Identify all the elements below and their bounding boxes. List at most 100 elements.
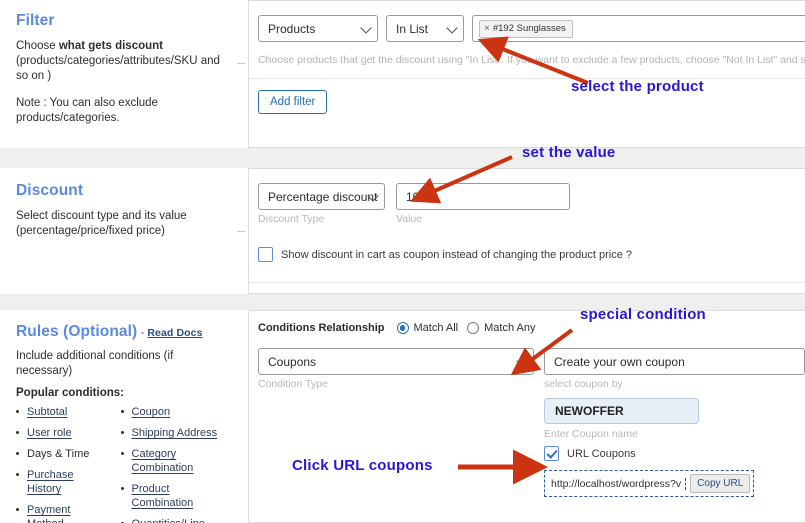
discount-type-select-value: Percentage discount: [268, 189, 378, 204]
remove-token-icon[interactable]: ×: [484, 23, 490, 35]
rules-title-dash: -: [137, 327, 148, 339]
rules-description: Include additional conditions (if necess…: [16, 350, 174, 377]
coupon-name-label: Enter Coupon name: [544, 428, 638, 440]
coupon-by-select[interactable]: Create your own coupon: [544, 348, 805, 375]
filter-description-lead: Choose: [16, 40, 59, 52]
discount-divider: [249, 282, 805, 283]
filter-object-select[interactable]: Products: [258, 15, 378, 42]
section-separator-2: [0, 294, 805, 310]
filter-description-bold: what gets discount: [58, 40, 163, 52]
condition-type-select-value: Coupons: [268, 354, 317, 369]
discount-right-column: Percentage discount Discount Type 10 Val…: [236, 168, 805, 294]
condition-link[interactable]: Payment Method: [27, 504, 70, 523]
match-any-radio[interactable]: [467, 322, 480, 334]
product-token-label: #192 Sunglasses: [492, 22, 566, 34]
filter-description-line2: (products/categories/attributes/SKU and …: [16, 55, 220, 82]
discount-description-line2: (percentage/price/fixed price): [16, 225, 165, 237]
settings-page: Filter Choose what gets discount (produc…: [0, 0, 805, 523]
coupon-url-box: http://localhost/wordpress?v Copy URL: [544, 470, 755, 497]
popular-conditions-col2: Coupon Shipping Address Category Combina…: [120, 405, 224, 523]
section-separator-1: [0, 148, 805, 168]
discount-value-input[interactable]: 10: [396, 183, 570, 210]
rules-section: Rules (Optional) - Read Docs Include add…: [0, 310, 805, 523]
discount-type-label: Discount Type: [258, 213, 325, 225]
filter-description: Choose what gets discount (products/cate…: [16, 39, 224, 84]
conditions-relationship-label: Conditions Relationship: [258, 322, 385, 334]
discount-card-tick: [237, 231, 245, 232]
chevron-down-icon: [446, 21, 458, 34]
filter-left-column: Filter Choose what gets discount (produc…: [0, 0, 236, 148]
condition-link[interactable]: User role: [27, 427, 72, 439]
coupon-name-value: NEWOFFER: [555, 404, 624, 418]
rules-section-title: Rules (Optional) - Read Docs: [16, 323, 224, 341]
filter-section-title: Filter: [16, 12, 55, 29]
discount-section: Discount Select discount type and its va…: [0, 168, 805, 294]
condition-type-select[interactable]: Coupons: [258, 348, 534, 375]
match-all-label: Match All: [413, 322, 459, 334]
chevron-down-icon: [516, 354, 528, 367]
filter-match-select[interactable]: In List: [386, 15, 464, 42]
condition-text: Days & Time: [27, 448, 90, 460]
conditions-relationship-row: Conditions Relationship Match All Match …: [258, 322, 805, 334]
filter-note: Note : You can also exclude products/cat…: [16, 97, 158, 124]
filter-products-tokenbox[interactable]: × #192 Sunglasses: [472, 15, 805, 42]
url-coupons-row[interactable]: URL Coupons: [544, 446, 805, 461]
url-coupons-checkbox[interactable]: [544, 446, 559, 461]
rules-title-text: Rules (Optional): [16, 323, 138, 340]
popular-conditions-columns: Subtotal User role Days & Time Purchase …: [16, 405, 224, 523]
read-docs-link[interactable]: Read Docs: [147, 327, 202, 339]
discount-section-title: Discount: [16, 182, 84, 199]
popular-conditions-col1: Subtotal User role Days & Time Purchase …: [16, 405, 107, 523]
list-item[interactable]: Purchase History: [16, 468, 107, 496]
list-item[interactable]: User role: [16, 426, 107, 440]
list-item[interactable]: Coupon: [120, 405, 224, 419]
discount-card: Percentage discount Discount Type 10 Val…: [237, 168, 805, 294]
condition-link[interactable]: Shipping Address: [132, 427, 218, 439]
rules-left-column: Rules (Optional) - Read Docs Include add…: [0, 310, 236, 523]
discount-type-select[interactable]: Percentage discount: [258, 183, 385, 210]
add-filter-button[interactable]: Add filter: [258, 90, 328, 114]
discount-value-label: Value: [396, 213, 423, 225]
condition-link[interactable]: Category Combination: [132, 448, 194, 474]
condition-type-label: Condition Type: [258, 378, 328, 390]
discount-left-column: Discount Select discount type and its va…: [0, 168, 236, 294]
show-as-coupon-label: Show discount in cart as coupon instead …: [281, 248, 633, 261]
condition-link[interactable]: Subtotal: [27, 406, 67, 418]
condition-link[interactable]: Coupon: [132, 406, 171, 418]
match-all-radio[interactable]: [396, 322, 409, 334]
condition-link[interactable]: Product Combination: [132, 483, 194, 509]
list-item: Days & Time: [16, 447, 107, 461]
list-item[interactable]: Subtotal: [16, 405, 107, 419]
coupon-by-label: select coupon by: [544, 378, 623, 390]
product-token[interactable]: × #192 Sunglasses: [479, 19, 573, 38]
condition-link[interactable]: Quantities/Line items: [132, 518, 205, 523]
filter-object-select-value: Products: [268, 21, 316, 36]
match-any-label: Match Any: [484, 322, 536, 334]
show-as-coupon-row[interactable]: Show discount in cart as coupon instead …: [258, 247, 805, 262]
copy-url-button[interactable]: Copy URL: [690, 474, 751, 493]
list-item[interactable]: Shipping Address: [120, 426, 224, 440]
filter-match-select-value: In List: [396, 21, 429, 36]
discount-value: 10: [406, 189, 420, 204]
list-item[interactable]: Product Combination: [120, 482, 224, 510]
list-item[interactable]: Quantities/Line items: [120, 517, 224, 523]
filter-helper-text: Choose products that get the discount us…: [258, 54, 805, 66]
filter-card-tick: [237, 63, 245, 64]
filter-section: Filter Choose what gets discount (produc…: [0, 0, 805, 148]
rules-right-column: Conditions Relationship Match All Match …: [236, 310, 805, 523]
list-item[interactable]: Category Combination: [120, 447, 224, 475]
coupon-by-select-value: Create your own coupon: [554, 354, 685, 369]
rules-card: Conditions Relationship Match All Match …: [248, 310, 805, 523]
show-as-coupon-checkbox[interactable]: [258, 247, 273, 262]
coupon-url-value[interactable]: http://localhost/wordpress?v: [551, 477, 687, 490]
condition-link[interactable]: Purchase History: [27, 469, 73, 495]
discount-description: Select discount type and its value (perc…: [16, 209, 224, 239]
coupon-name-input[interactable]: NEWOFFER: [544, 398, 699, 424]
discount-description-line1: Select discount type and its value: [16, 210, 187, 222]
chevron-down-icon: [360, 21, 372, 34]
filter-right-column: Products In List × #192 Sunglasses Choos…: [236, 0, 805, 148]
list-item[interactable]: Payment Method: [16, 503, 107, 523]
url-coupons-label: URL Coupons: [567, 447, 636, 460]
popular-conditions-label: Popular conditions:: [16, 387, 124, 399]
filter-card: Products In List × #192 Sunglasses Choos…: [237, 0, 805, 148]
